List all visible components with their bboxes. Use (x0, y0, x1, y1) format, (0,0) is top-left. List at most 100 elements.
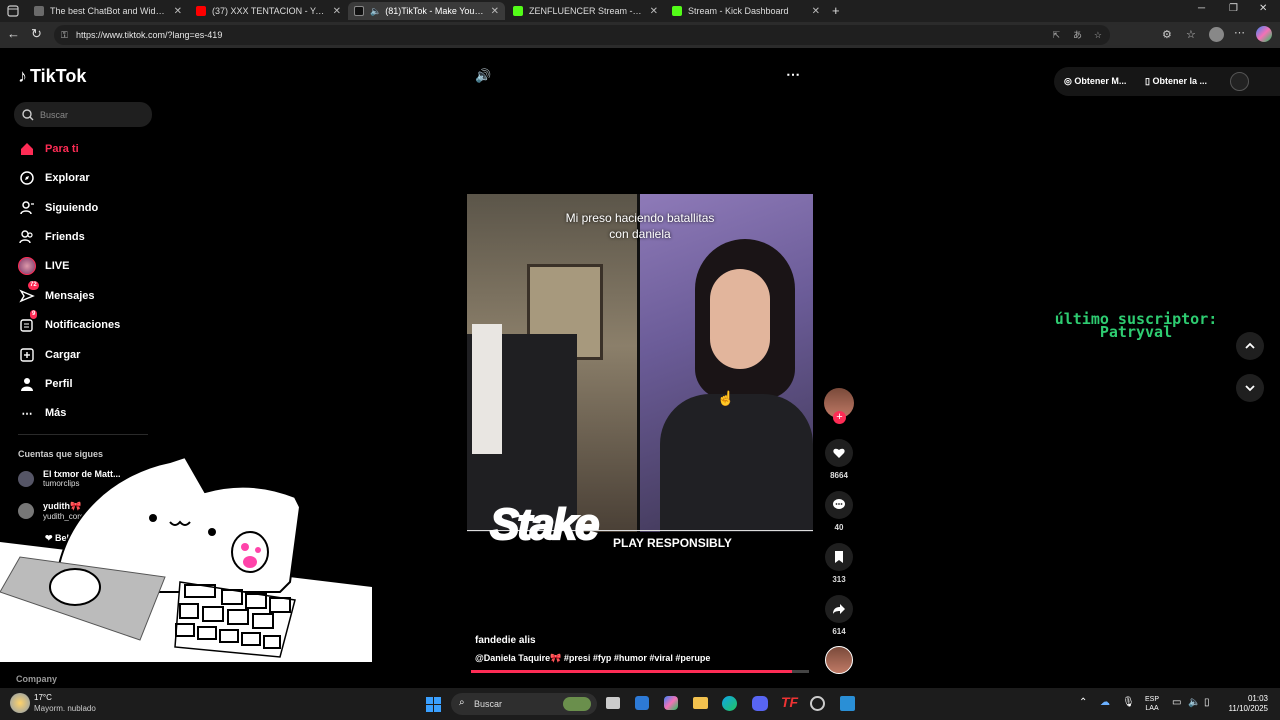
site-info-icon[interactable]: ⚿ (61, 25, 68, 45)
close-icon[interactable]: ✕ (333, 6, 341, 17)
taskbar-search[interactable]: ⌕ Buscar (451, 693, 597, 715)
video-progress-bar[interactable] (471, 670, 809, 673)
sound-avatar[interactable] (825, 646, 853, 674)
tf-app-icon[interactable]: TF (781, 694, 798, 710)
browser-tab-active[interactable]: 🔈 (81)TikTok - Make Your Day ✕ (348, 2, 505, 20)
nav-item-explorar[interactable]: Explorar (18, 168, 90, 188)
weather-temp[interactable]: 17°C (34, 693, 52, 702)
browser-menu-icon[interactable]: ⋯ (1234, 26, 1245, 39)
nav-item-para-ti[interactable]: Para ti (18, 139, 79, 159)
translate-icon[interactable]: あ (1073, 25, 1082, 45)
user-avatar[interactable] (1230, 72, 1249, 91)
volume-tray-icon[interactable]: 🔈 (1188, 697, 1200, 708)
follow-plus-icon[interactable]: + (833, 411, 846, 424)
compass-icon (18, 169, 36, 187)
reload-icon[interactable]: ↻ (31, 26, 42, 42)
onedrive-icon[interactable]: ☁ (1100, 697, 1110, 708)
bookmark-button[interactable]: 313 (824, 543, 854, 584)
nav-item-perfil[interactable]: Perfil (18, 374, 73, 394)
nav-label: Perfil (45, 378, 73, 390)
nav-item-cargar[interactable]: Cargar (18, 345, 80, 365)
nav-item-mensajes[interactable]: 72 Mensajes (18, 281, 95, 306)
extensions-icon[interactable]: ⚙ (1162, 28, 1172, 41)
previous-video-button[interactable] (1236, 332, 1264, 360)
tiktok-logo[interactable]: ♪ TikTok (18, 66, 86, 87)
search-field[interactable]: Buscar (14, 102, 152, 127)
browser-tab[interactable]: (37) XXX TENTACION - YouTube ✕ (190, 2, 347, 20)
nav-item-live[interactable]: LIVE (18, 256, 69, 276)
nav-item-siguiendo[interactable]: Siguiendo (18, 198, 98, 218)
video-player[interactable]: Mi preso haciendo batallitas con daniela (467, 194, 813, 532)
close-icon[interactable]: ✕ (491, 6, 499, 17)
minimize-icon[interactable]: ─ (1198, 3, 1205, 14)
windows-start-icon[interactable] (426, 697, 441, 712)
caption-line: Mi preso haciendo batallitas (565, 211, 715, 225)
video-left-panel (467, 194, 637, 532)
share-button[interactable]: 614 (824, 595, 854, 636)
overlay-line: Patryval (1099, 323, 1173, 341)
edge-icon[interactable] (722, 696, 737, 711)
play-responsibly-text: PLAY RESPONSIBLY (613, 536, 732, 550)
company-link[interactable]: Company (16, 674, 57, 684)
browser-tab[interactable]: ZENFLUENCER Stream - Watch Li ✕ (507, 2, 664, 20)
video-author[interactable]: fandedie alis (475, 635, 536, 646)
browser-tab[interactable]: Stream - Kick Dashboard ✕ (666, 2, 826, 20)
restore-icon[interactable]: ❐ (1229, 3, 1238, 14)
obs-icon[interactable] (810, 696, 825, 711)
video-options-icon[interactable]: ⋯ (786, 66, 800, 83)
volume-icon[interactable]: 🔊 (475, 68, 491, 84)
photos-icon[interactable] (840, 696, 855, 711)
file-explorer-icon[interactable] (693, 697, 708, 709)
bookmark-count: 313 (832, 575, 846, 584)
favorite-star-icon[interactable]: ☆ (1094, 25, 1102, 45)
nav-item-friends[interactable]: Friends (18, 227, 85, 247)
get-coins-button[interactable]: ◎ Obtener M... (1064, 76, 1126, 87)
tab-title: (81)TikTok - Make Your Day (385, 6, 484, 16)
open-app-icon[interactable]: ⇱ (1052, 25, 1060, 45)
browser-tab[interactable]: The best ChatBot and Widgets fo ✕ (28, 2, 188, 20)
following-icon (18, 199, 36, 217)
store-icon[interactable] (635, 696, 649, 710)
nav-item-mas[interactable]: ⋯ Más (18, 403, 67, 423)
back-arrow-icon[interactable]: ← (7, 26, 20, 41)
speaker-icon[interactable]: 🔈 (370, 6, 381, 17)
task-view-icon[interactable] (606, 697, 620, 709)
windows-taskbar: 17°C Mayorm. nublado ⌕ Buscar TF ⌃ ☁ 🎙 E… (0, 688, 1280, 720)
nav-label: Notificaciones (45, 319, 121, 331)
battery-icon[interactable]: ▯ (1204, 697, 1210, 708)
search-highlight-icon (563, 697, 591, 711)
new-tab-plus-icon[interactable]: + (832, 3, 840, 18)
sidebar-divider (18, 434, 148, 435)
close-icon[interactable]: ✕ (650, 6, 658, 17)
copilot-taskbar-icon[interactable] (664, 696, 678, 710)
discord-icon[interactable] (752, 696, 768, 711)
network-icon[interactable]: ▭ (1172, 697, 1181, 708)
profile-avatar[interactable] (1209, 27, 1224, 42)
address-bar[interactable]: ⚿ https://www.tiktok.com/?lang=es-419 ⇱ … (54, 25, 1110, 45)
close-icon[interactable]: ✕ (812, 6, 820, 17)
heart-icon (825, 439, 853, 467)
clock[interactable]: 01:03 11/10/2025 (1224, 694, 1268, 714)
upload-icon (18, 346, 36, 364)
bongo-cat-overlay (0, 452, 372, 662)
microphone-icon[interactable]: 🎙 (1122, 697, 1135, 708)
tiktok-note-icon: ♪ (18, 66, 27, 86)
window-close-icon[interactable]: ✕ (1259, 3, 1267, 14)
like-button[interactable]: 8664 (824, 439, 854, 480)
close-icon[interactable]: ✕ (174, 6, 182, 17)
comment-button[interactable]: 40 (824, 491, 854, 532)
nav-label: Friends (45, 231, 85, 243)
next-video-button[interactable] (1236, 374, 1264, 402)
language-indicator[interactable]: ESP LAA (1145, 695, 1159, 713)
favorites-icon[interactable]: ☆ (1186, 28, 1196, 41)
nav-item-notificaciones[interactable]: 9 Notificaciones (18, 310, 121, 335)
search-placeholder: Buscar (40, 109, 69, 120)
weather-icon[interactable] (10, 693, 30, 713)
copilot-icon[interactable] (1256, 26, 1272, 42)
face (710, 269, 770, 369)
tray-chevron-up-icon[interactable]: ⌃ (1079, 697, 1087, 708)
video-description[interactable]: @Daniela Taquire🎀 #presi #fyp #humor #vi… (475, 653, 710, 664)
get-app-button[interactable]: ▯ Obtener la ... (1145, 76, 1207, 87)
weather-desc[interactable]: Mayorm. nublado (34, 704, 96, 713)
tab-actions-icon[interactable] (6, 4, 20, 18)
